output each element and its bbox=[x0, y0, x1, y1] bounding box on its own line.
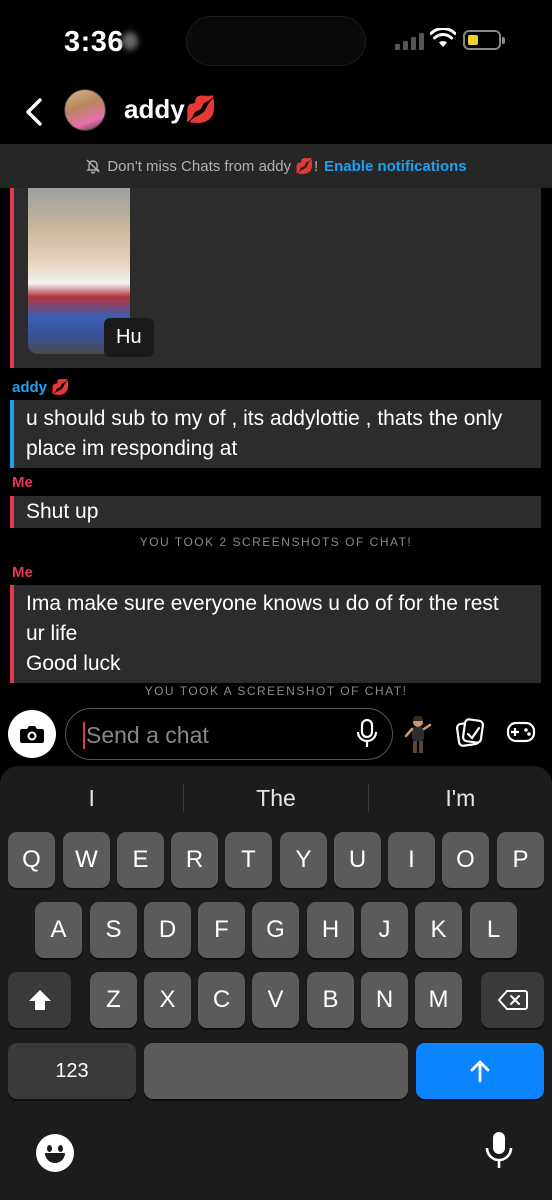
numbers-key[interactable]: 123 bbox=[8, 1043, 136, 1099]
key-d[interactable]: D bbox=[144, 902, 191, 958]
key-w[interactable]: W bbox=[63, 832, 110, 888]
enable-notifications-link[interactable]: Enable notifications bbox=[324, 158, 467, 175]
game-controller-icon[interactable] bbox=[506, 718, 536, 746]
contact-name-text: addy bbox=[124, 94, 185, 124]
key-e[interactable]: E bbox=[117, 832, 164, 888]
sender-label: addy 💋 bbox=[12, 379, 70, 396]
bell-off-icon bbox=[86, 159, 101, 174]
key-k[interactable]: K bbox=[415, 902, 462, 958]
sender-label: Me bbox=[12, 564, 33, 581]
input-bar: Send a chat bbox=[0, 700, 552, 766]
key-i[interactable]: I bbox=[388, 832, 435, 888]
text-caret bbox=[83, 722, 85, 749]
emoji-icon[interactable] bbox=[36, 1134, 74, 1172]
chat-messages: Hu addy 💋 u should sub to my of , its ad… bbox=[0, 188, 552, 698]
camera-icon bbox=[20, 726, 44, 743]
snap-caption: Hu bbox=[104, 318, 154, 357]
key-x[interactable]: X bbox=[144, 972, 191, 1028]
key-n[interactable]: N bbox=[361, 972, 408, 1028]
message-line: Good luck bbox=[26, 652, 121, 675]
system-note: YOU TOOK 2 SCREENSHOTS OF CHAT! bbox=[139, 535, 413, 549]
key-j[interactable]: J bbox=[361, 902, 408, 958]
keyboard: I The I'm Q W E R T Y U I O P A S D F G … bbox=[0, 766, 552, 1200]
avatar[interactable] bbox=[64, 89, 106, 131]
arrow-up-icon bbox=[470, 1060, 490, 1083]
location-icon bbox=[122, 32, 138, 50]
key-l[interactable]: L bbox=[470, 902, 517, 958]
message-line: Ima make sure everyone knows u do of for… bbox=[26, 592, 499, 615]
message-line: ur life bbox=[26, 622, 78, 645]
contact-emoji: 💋 bbox=[184, 94, 218, 124]
key-g[interactable]: G bbox=[252, 902, 299, 958]
dictation-microphone-icon[interactable] bbox=[484, 1130, 514, 1170]
suggestion-item[interactable]: The bbox=[184, 780, 367, 816]
message-line: Shut up bbox=[26, 500, 99, 523]
key-q[interactable]: Q bbox=[8, 832, 55, 888]
space-key[interactable] bbox=[144, 1043, 408, 1099]
system-note: YOU TOOK A SCREENSHOT OF CHAT! bbox=[144, 684, 408, 698]
key-p[interactable]: P bbox=[497, 832, 544, 888]
microphone-icon[interactable] bbox=[356, 719, 378, 749]
message-bubble[interactable]: Ima make sure everyone knows u do of for… bbox=[10, 585, 541, 683]
key-t[interactable]: T bbox=[225, 832, 272, 888]
shift-arrow-icon bbox=[28, 990, 51, 1010]
camera-button[interactable] bbox=[8, 710, 56, 758]
key-z[interactable]: Z bbox=[90, 972, 137, 1028]
backspace-key[interactable] bbox=[481, 972, 544, 1028]
chat-input-placeholder: Send a chat bbox=[86, 722, 209, 748]
notification-banner: Don't miss Chats from addy 💋! Enable not… bbox=[0, 144, 552, 188]
sender-label: Me bbox=[12, 474, 33, 491]
key-v[interactable]: V bbox=[252, 972, 299, 1028]
message-line: u should sub to my of , its addylottie ,… bbox=[26, 407, 503, 430]
suggestion-item[interactable]: I'm bbox=[369, 780, 552, 816]
message-bubble[interactable]: u should sub to my of , its addylottie ,… bbox=[10, 400, 541, 468]
sticker-icon[interactable] bbox=[455, 718, 485, 748]
chat-header: addy💋 bbox=[0, 84, 552, 144]
send-key[interactable] bbox=[416, 1043, 544, 1099]
key-f[interactable]: F bbox=[198, 902, 245, 958]
message-bubble[interactable]: Shut up bbox=[10, 496, 541, 528]
wifi-icon bbox=[430, 28, 456, 47]
key-r[interactable]: R bbox=[171, 832, 218, 888]
key-y[interactable]: Y bbox=[280, 832, 327, 888]
suggestion-item[interactable]: I bbox=[0, 780, 183, 816]
back-chevron-icon[interactable] bbox=[20, 92, 50, 132]
notification-text: Don't miss Chats from addy 💋! bbox=[107, 158, 319, 175]
status-time: 3:36 bbox=[64, 26, 125, 58]
bitmoji-icon[interactable] bbox=[404, 716, 432, 754]
chat-input[interactable]: Send a chat bbox=[65, 708, 393, 760]
key-h[interactable]: H bbox=[307, 902, 354, 958]
snap-message[interactable]: Hu bbox=[10, 188, 541, 368]
backspace-icon bbox=[497, 990, 528, 1010]
suggestion-bar: I The I'm bbox=[0, 780, 552, 816]
key-o[interactable]: O bbox=[442, 832, 489, 888]
message-line: place im responding at bbox=[26, 437, 238, 460]
shift-key[interactable] bbox=[8, 972, 71, 1028]
key-s[interactable]: S bbox=[90, 902, 137, 958]
key-m[interactable]: M bbox=[415, 972, 462, 1028]
key-u[interactable]: U bbox=[334, 832, 381, 888]
battery-icon bbox=[463, 30, 505, 50]
dynamic-island bbox=[186, 16, 366, 66]
status-bar: 3:36 bbox=[0, 0, 552, 84]
key-c[interactable]: C bbox=[198, 972, 245, 1028]
key-a[interactable]: A bbox=[35, 902, 82, 958]
key-b[interactable]: B bbox=[307, 972, 354, 1028]
cellular-signal-icon bbox=[395, 32, 424, 50]
contact-name[interactable]: addy💋 bbox=[124, 94, 217, 125]
